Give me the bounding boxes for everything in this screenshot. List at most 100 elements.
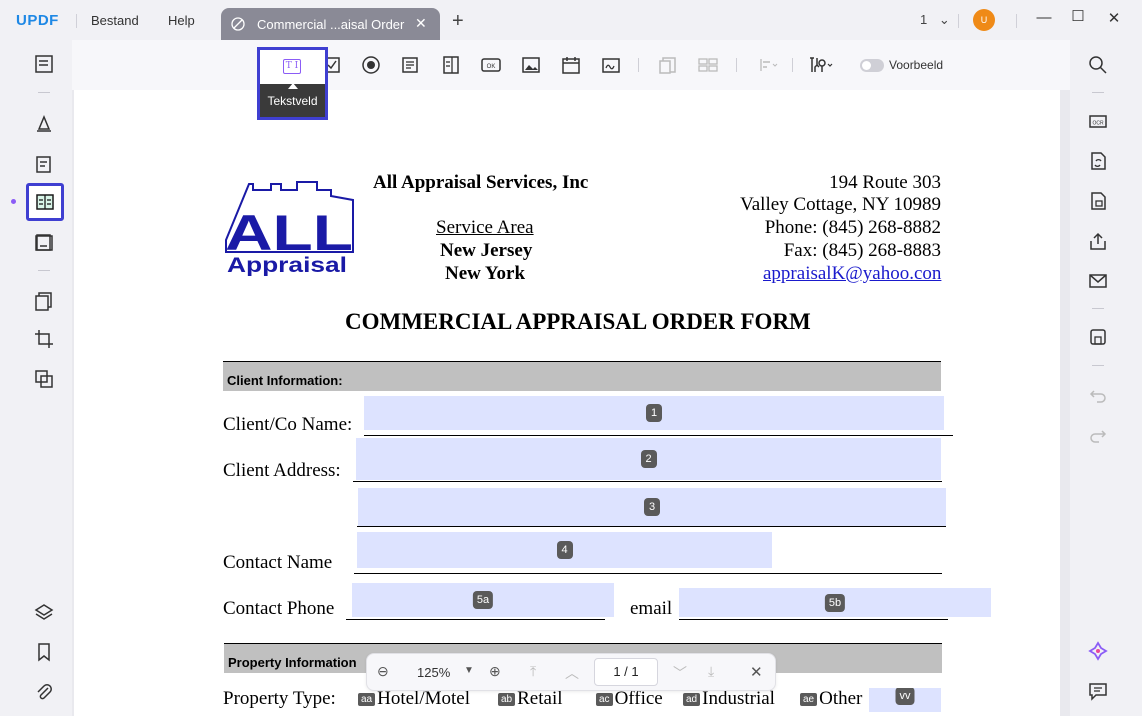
first-page-icon[interactable]: ⤒ bbox=[530, 663, 536, 680]
attachment-icon[interactable] bbox=[34, 682, 54, 702]
underline bbox=[364, 435, 953, 436]
undo-icon[interactable] bbox=[1088, 385, 1108, 405]
field-badge: 4 bbox=[556, 541, 573, 559]
text-field-4[interactable]: 4 bbox=[357, 532, 772, 568]
option-retail[interactable]: ab Retail bbox=[498, 688, 563, 710]
comment-list-icon[interactable] bbox=[1088, 681, 1108, 701]
checkbox-badge: ac bbox=[596, 693, 613, 706]
listbox-icon[interactable] bbox=[441, 55, 461, 75]
zoom-in-icon[interactable]: ⊕ bbox=[489, 663, 501, 680]
option-industrial[interactable]: ad Industrial bbox=[683, 688, 775, 710]
tools-icon[interactable] bbox=[808, 55, 836, 75]
divider bbox=[638, 58, 639, 72]
close-nav-icon[interactable]: ✕ bbox=[750, 663, 763, 681]
button-field-icon[interactable]: OK bbox=[481, 55, 501, 75]
date-field-icon[interactable] bbox=[561, 55, 581, 75]
option-office[interactable]: ac Office bbox=[596, 688, 663, 710]
service-area-ny: New York bbox=[445, 263, 526, 284]
new-tab-icon[interactable]: + bbox=[452, 10, 464, 33]
save-icon[interactable] bbox=[1088, 327, 1108, 347]
client-section-label: Client Information: bbox=[227, 373, 343, 388]
close-tab-icon[interactable]: ✕ bbox=[415, 15, 427, 32]
option-hotel-motel[interactable]: aa Hotel/Motel bbox=[358, 688, 470, 710]
divider bbox=[1092, 308, 1104, 309]
zoom-level[interactable]: 125% bbox=[417, 665, 450, 680]
field-badge: 1 bbox=[646, 404, 662, 422]
convert-icon[interactable] bbox=[34, 369, 54, 389]
text-field-tool[interactable]: T I Tekstveld bbox=[257, 47, 328, 120]
share-icon[interactable] bbox=[1088, 231, 1108, 251]
label-property-type: Property Type: bbox=[223, 688, 336, 709]
email-link[interactable]: appraisalK@yahoo.con bbox=[763, 263, 941, 285]
text-field-1[interactable]: 1 bbox=[364, 396, 944, 430]
divider bbox=[38, 270, 50, 271]
property-section-label: Property Information bbox=[228, 655, 357, 670]
client-section-header: Client Information: bbox=[223, 361, 941, 391]
text-field-vv[interactable]: vv bbox=[869, 688, 941, 712]
reader-icon[interactable] bbox=[34, 54, 54, 74]
window-count-dropdown[interactable]: 1 ⌄ bbox=[920, 12, 950, 28]
last-page-icon[interactable]: ⤓ bbox=[708, 663, 714, 680]
signature-field-icon[interactable] bbox=[601, 55, 621, 75]
divider bbox=[1092, 365, 1104, 366]
image-field-icon[interactable] bbox=[521, 55, 541, 75]
field-badge: 2 bbox=[640, 450, 657, 468]
logo-big-text: ALL bbox=[225, 205, 353, 261]
ocr-icon[interactable]: OCR bbox=[1088, 111, 1108, 131]
text-field-5a[interactable]: 5a bbox=[352, 583, 614, 617]
ai-assistant-icon[interactable] bbox=[1088, 641, 1108, 661]
previous-page-icon[interactable]: ︿ bbox=[565, 663, 579, 683]
option-label: Other bbox=[819, 688, 863, 709]
page-number-input[interactable]: 1 / 1 bbox=[594, 658, 658, 686]
duplicate-icon[interactable] bbox=[658, 55, 678, 75]
close-window-icon[interactable]: ✕ bbox=[1104, 9, 1124, 27]
prepare-form-button-active[interactable] bbox=[26, 183, 64, 221]
text-field-3[interactable]: 3 bbox=[358, 488, 946, 526]
protect-icon[interactable] bbox=[1088, 191, 1108, 211]
divider bbox=[792, 58, 793, 72]
chevron-down-icon: ⌄ bbox=[938, 12, 950, 27]
zoom-out-icon[interactable]: ⊖ bbox=[377, 663, 389, 680]
option-other[interactable]: ae Other bbox=[800, 688, 862, 710]
grid-icon[interactable] bbox=[698, 55, 718, 75]
text-field-5b[interactable]: 5b bbox=[679, 588, 991, 617]
preview-label: Voorbeeld bbox=[889, 58, 944, 72]
mail-icon[interactable] bbox=[1088, 271, 1108, 291]
logo-small-text: Appraisal bbox=[227, 254, 347, 276]
maximize-icon[interactable]: ☐ bbox=[1068, 7, 1088, 25]
next-page-icon[interactable]: ﹀ bbox=[673, 663, 687, 683]
underline bbox=[353, 481, 942, 482]
label-contact-phone: Contact Phone bbox=[223, 598, 335, 619]
title-bar: UPDF Bestand Help Commercial ...aisal Or… bbox=[0, 0, 1142, 40]
page-tools-icon[interactable] bbox=[34, 291, 54, 311]
fill-sign-icon[interactable] bbox=[34, 232, 54, 252]
align-icon[interactable] bbox=[758, 55, 778, 75]
preview-toggle[interactable] bbox=[860, 59, 884, 72]
radio-icon[interactable] bbox=[361, 55, 381, 75]
zoom-dropdown-icon[interactable]: ▼ bbox=[464, 665, 474, 676]
edit-icon[interactable] bbox=[34, 154, 54, 174]
bookmark-icon[interactable] bbox=[34, 642, 54, 662]
menu-help[interactable]: Help bbox=[168, 13, 195, 28]
comment-icon[interactable] bbox=[34, 113, 54, 133]
redo-icon[interactable] bbox=[1088, 425, 1108, 445]
search-icon[interactable] bbox=[1088, 55, 1108, 75]
menu-bestand[interactable]: Bestand bbox=[91, 13, 139, 28]
text-field-2[interactable]: 2 bbox=[356, 438, 941, 480]
minimize-icon[interactable]: — bbox=[1034, 9, 1054, 26]
address-line-1: 194 Route 303 bbox=[829, 172, 941, 193]
checkbox-badge: ae bbox=[800, 693, 818, 706]
document-tab[interactable]: Commercial ...aisal Order ✕ bbox=[221, 8, 440, 40]
text-field-icon-glyph: T I bbox=[283, 59, 301, 74]
all-appraisal-logo: ALL Appraisal bbox=[225, 181, 354, 276]
option-label: Office bbox=[614, 688, 663, 709]
crop-icon[interactable] bbox=[34, 329, 54, 349]
property-type-row: Property Type: aa Hotel/Motel ab Retail ac… bbox=[223, 688, 983, 712]
dropdown-icon[interactable] bbox=[400, 55, 420, 75]
layers-icon[interactable] bbox=[34, 602, 54, 622]
convert-pdf-icon[interactable] bbox=[1088, 151, 1108, 171]
avatar[interactable]: U bbox=[973, 9, 995, 31]
label-contact-name: Contact Name bbox=[223, 552, 333, 573]
document-tab-title: Commercial ...aisal Order bbox=[257, 17, 405, 32]
field-badge: vv bbox=[895, 688, 915, 705]
